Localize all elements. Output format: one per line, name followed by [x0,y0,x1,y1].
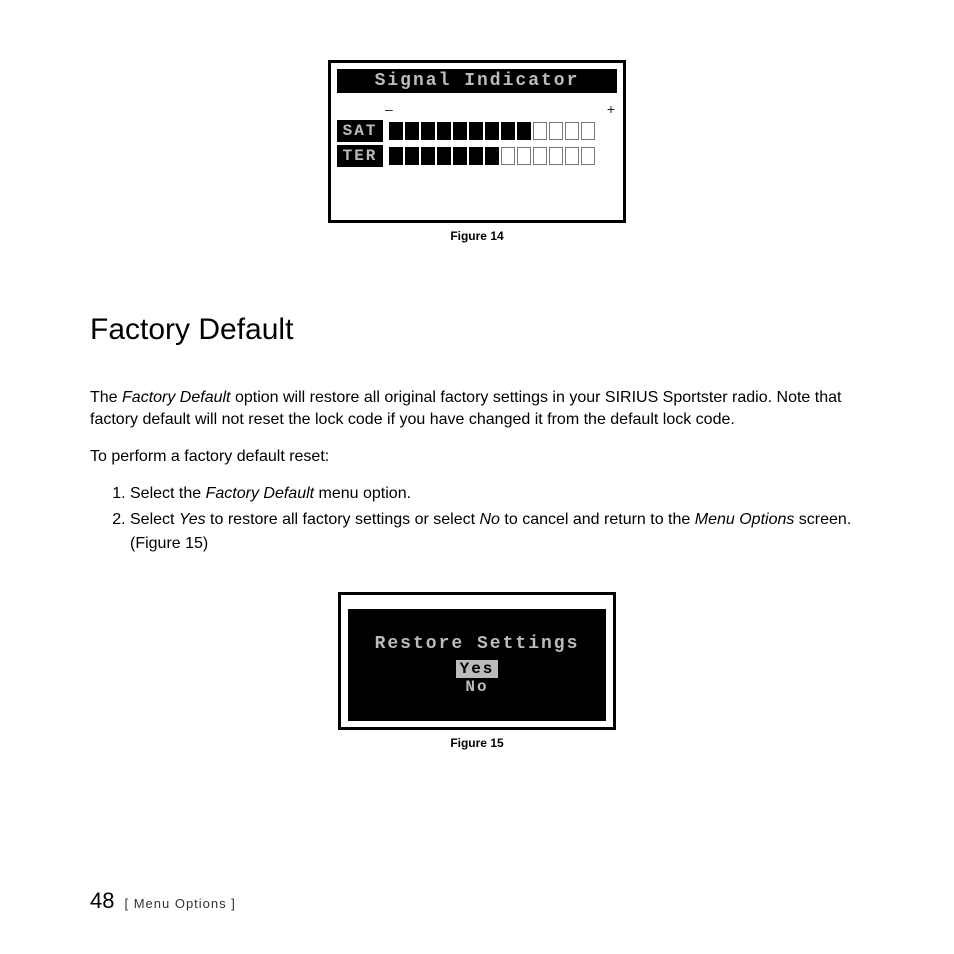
bar-filled-icon [421,147,435,165]
bar-empty-icon [565,122,579,140]
signal-bars [389,147,607,165]
bar-filled-icon [469,122,483,140]
step-1: Select the Factory Default menu option. [130,482,864,506]
text: The [90,389,122,406]
instruction-lead: To perform a factory default reset: [90,446,864,468]
bar-filled-icon [453,147,467,165]
factory-default-term: Factory Default [122,389,230,406]
lcd-screen-signal: Signal Indicator – + SAT TER [328,60,626,223]
step-2: Select Yes to restore all factory settin… [130,508,864,556]
bar-empty-icon [549,147,563,165]
lcd-body: Restore Settings YesNo [348,609,606,721]
text: menu option. [314,485,411,502]
bar-filled-icon [389,122,403,140]
text: Select [130,511,179,528]
figure-15: Restore Settings YesNo Figure 15 [90,592,864,750]
page-number: 48 [90,888,114,914]
bar-filled-icon [517,122,531,140]
bar-empty-icon [565,147,579,165]
bar-filled-icon [453,122,467,140]
text: to restore all factory settings or selec… [206,511,480,528]
footer-section: [ Menu Options ] [124,896,235,911]
figure-14: Signal Indicator – + SAT TER Figure 14 [90,60,864,243]
signal-label: SAT [337,120,383,142]
bar-empty-icon [533,147,547,165]
signal-scale: – + [385,101,615,117]
text: Select the [130,485,206,502]
bar-filled-icon [405,122,419,140]
yes-term: Yes [179,511,206,528]
scale-high-icon: + [607,101,615,117]
section-heading: Factory Default [90,313,864,347]
bar-empty-icon [581,122,595,140]
bar-empty-icon [581,147,595,165]
signal-row-sat: SAT [337,120,607,142]
bar-empty-icon [533,122,547,140]
page-footer: 48 [ Menu Options ] [90,888,236,914]
bar-filled-icon [485,122,499,140]
bar-filled-icon [437,147,451,165]
bar-empty-icon [501,147,515,165]
intro-paragraph: The Factory Default option will restore … [90,387,864,432]
lcd-restore-title: Restore Settings [375,634,580,654]
steps-list: Select the Factory Default menu option. … [130,482,864,556]
bar-filled-icon [485,147,499,165]
no-term: No [480,511,500,528]
menu-option-term: Factory Default [206,485,314,502]
restore-option-yes[interactable]: Yes [456,660,499,678]
menu-options-term: Menu Options [695,511,795,528]
bar-empty-icon [549,122,563,140]
text: to cancel and return to the [500,511,695,528]
signal-bars [389,122,607,140]
bar-filled-icon [389,147,403,165]
bar-empty-icon [517,147,531,165]
bar-filled-icon [501,122,515,140]
signal-label: TER [337,145,383,167]
bar-filled-icon [421,122,435,140]
signal-row-ter: TER [337,145,607,167]
figure-15-caption: Figure 15 [450,736,503,750]
restore-option-no[interactable]: No [461,678,492,696]
bar-filled-icon [469,147,483,165]
bar-filled-icon [437,122,451,140]
signal-rows: SAT TER [337,117,617,167]
scale-low-icon: – [385,101,393,117]
lcd-title: Signal Indicator [337,69,617,93]
lcd-screen-restore: Restore Settings YesNo [338,592,616,730]
figure-14-caption: Figure 14 [450,229,503,243]
restore-options: YesNo [456,660,499,696]
bar-filled-icon [405,147,419,165]
manual-page: Signal Indicator – + SAT TER Figure 14 Fa… [0,0,954,954]
